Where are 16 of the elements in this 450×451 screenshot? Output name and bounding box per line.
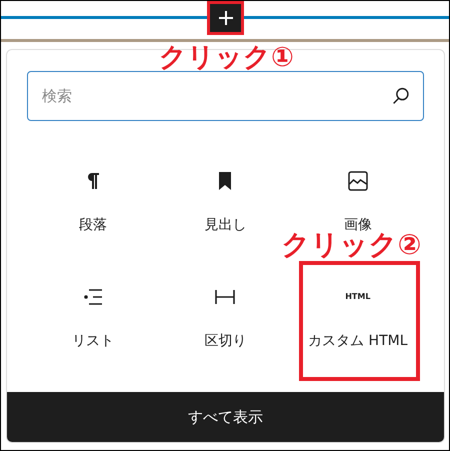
annotation-label: クリック① bbox=[159, 44, 294, 71]
block-item[interactable]: 区切り bbox=[204, 331, 246, 351]
separator-icon bbox=[215, 290, 236, 304]
pilcrow-icon bbox=[86, 172, 100, 190]
plus-icon bbox=[218, 10, 234, 26]
bookmark-icon bbox=[219, 172, 232, 190]
search-field[interactable]: 検索 bbox=[27, 71, 424, 121]
add-block-button[interactable] bbox=[207, 1, 244, 35]
browse-all-button[interactable]: すべて表示 bbox=[7, 392, 444, 442]
block-item[interactable]: 段落 bbox=[79, 215, 108, 235]
html-icon: HTML bbox=[345, 293, 370, 301]
block-item[interactable]: 見出し bbox=[204, 215, 246, 235]
block-item[interactable]: カスタム HTML bbox=[308, 331, 408, 351]
image-icon bbox=[348, 171, 368, 191]
list-icon bbox=[83, 288, 104, 306]
block-item[interactable]: リスト bbox=[72, 331, 114, 351]
